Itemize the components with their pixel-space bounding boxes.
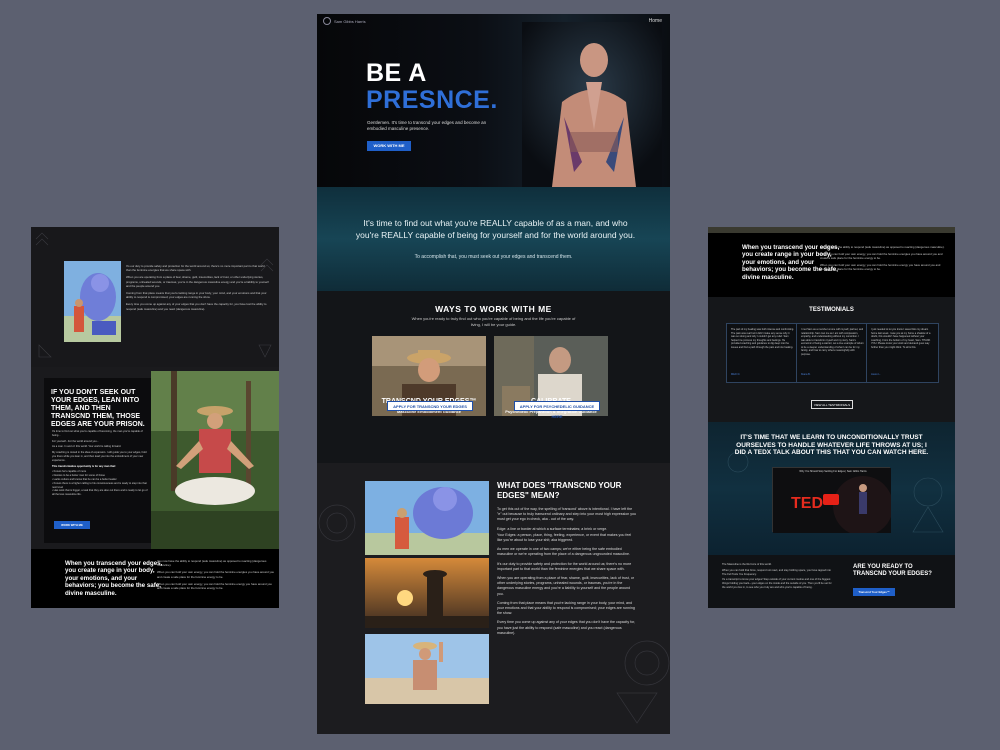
brand-name: Sam Gibbs Harris bbox=[334, 18, 366, 24]
left-transcend-heading: When you transcend your edges, you creat… bbox=[65, 560, 163, 597]
capability-statement: It's time to find out what you're REALLY… bbox=[355, 218, 636, 240]
right-bottom-text: The Masculine is the life force of this … bbox=[722, 563, 832, 589]
testimonial-text: I met Sam as a member at one with myself… bbox=[801, 328, 864, 356]
sunset-thumb bbox=[365, 558, 489, 628]
testimonial-text: The part of my healing was both intense … bbox=[731, 328, 794, 349]
what-it-means-section: WHAT DOES "TRANSCND YOUR EDGES" MEAN? To… bbox=[317, 463, 670, 734]
prison-quote-heading: IF YOU DON'T SEEK OUT YOUR EDGES, LEAN I… bbox=[51, 389, 145, 428]
hero-work-with-me-button[interactable]: WORK WITH ME bbox=[367, 141, 411, 151]
left-bottom-section: When you transcend your edges, you creat… bbox=[31, 549, 279, 608]
hero-subtext: Gentlemen. It's time to transcnd your ed… bbox=[367, 120, 487, 131]
testimonial-text: I just needed to let you know I saved li… bbox=[871, 328, 931, 349]
what-heading: WHAT DOES "TRANSCND YOUR EDGES" MEAN? bbox=[497, 481, 622, 500]
testimonial-card: I just needed to let you know I saved li… bbox=[866, 323, 939, 383]
view-all-testimonials-button[interactable]: VIEW ALL TESTIMONIALS bbox=[811, 400, 853, 409]
hero-headline: BE A PRESNCE. bbox=[366, 60, 498, 114]
headline-line-1: BE A bbox=[366, 59, 427, 87]
what-body: To get this out of the way, the spelling… bbox=[497, 507, 636, 635]
ways-heading: WAYS TO WORK WITH ME bbox=[435, 304, 552, 314]
apply-psychedelic-button[interactable]: APPLY FOR PSYCHEDELIC GUIDANCE HERE bbox=[514, 401, 600, 419]
capability-note: To accomplish that, you must seek out yo… bbox=[414, 254, 573, 260]
meditation-photo bbox=[151, 371, 279, 549]
right-bottom-section: The Masculine is the life force of this … bbox=[708, 555, 955, 608]
brand-logo[interactable]: Sam Gibbs Harris bbox=[323, 17, 366, 25]
tedx-video-player[interactable]: TED x Why You Should Stop Settling For E… bbox=[772, 467, 893, 536]
quote-body: It's time to find out what you're capabl… bbox=[52, 430, 148, 497]
tedx-heading: IT'S TIME THAT WE LEARN TO UNCONDITIONAL… bbox=[734, 434, 929, 457]
testimonial-author: Mitch D. bbox=[731, 373, 741, 376]
capability-banner: It's time to find out what you're REALLY… bbox=[317, 187, 670, 291]
left-top-section: It's our duty to provide safety and prot… bbox=[31, 227, 279, 367]
right-top-text: You now have the ability to respond (saf… bbox=[820, 245, 945, 271]
apply-transcnd-button[interactable]: APPLY FOR TRANSCND YOUR EDGES bbox=[387, 401, 473, 411]
left-top-text: It's our duty to provide safety and prot… bbox=[126, 264, 269, 311]
headline-line-2: PRESNCE. bbox=[366, 86, 498, 114]
testimonial-card: The part of my healing was both intense … bbox=[726, 323, 799, 383]
right-page-screenshot: When you transcend your edges, you creat… bbox=[708, 227, 955, 608]
prison-quote-box: IF YOU DON'T SEEK OUT YOUR EDGES, LEAN I… bbox=[44, 378, 151, 543]
hero-portrait-photo bbox=[522, 22, 662, 187]
ways-intro: When you're ready to truly find out who … bbox=[411, 316, 576, 327]
left-work-with-me-button[interactable]: WORK WITH ME bbox=[54, 521, 90, 529]
ganesha-statue-photo bbox=[64, 261, 121, 342]
center-page-screenshot: Sam Gibbs Harris Home BE A PRESNCE. Gent… bbox=[317, 14, 670, 734]
play-button-icon[interactable] bbox=[823, 494, 839, 505]
ways-to-work-section: WAYS TO WORK WITH ME When you're ready t… bbox=[317, 291, 670, 463]
ready-heading: ARE YOU READY TO TRANSCND YOUR EDGES? bbox=[853, 564, 932, 577]
testimonials-heading: TESTIMONIALS bbox=[809, 307, 854, 313]
tedx-section: IT'S TIME THAT WE LEARN TO UNCONDITIONAL… bbox=[708, 422, 955, 555]
testimonial-author: Jason L. bbox=[871, 373, 881, 376]
desert-thumb bbox=[365, 634, 489, 704]
hero-section: Sam Gibbs Harris Home BE A PRESNCE. Gent… bbox=[317, 14, 670, 187]
transcnd-your-edges-button[interactable]: Transcnd Your Edges™ bbox=[853, 588, 895, 596]
video-title: Why You Should Stop Settling For Edges |… bbox=[799, 470, 867, 473]
left-bottom-text: You now have the ability to respond (saf… bbox=[157, 559, 275, 591]
logo-mark-icon bbox=[323, 17, 331, 25]
testimonial-card: I met Sam as a member at one with myself… bbox=[796, 323, 869, 383]
left-page-screenshot: It's our duty to provide safety and prot… bbox=[31, 227, 279, 608]
testimonial-author: Kiana B. bbox=[801, 373, 811, 376]
ganesha-thumb bbox=[365, 481, 489, 555]
svg-text:TED: TED bbox=[791, 495, 823, 512]
right-top-section: When you transcend your edges, you creat… bbox=[708, 233, 955, 297]
